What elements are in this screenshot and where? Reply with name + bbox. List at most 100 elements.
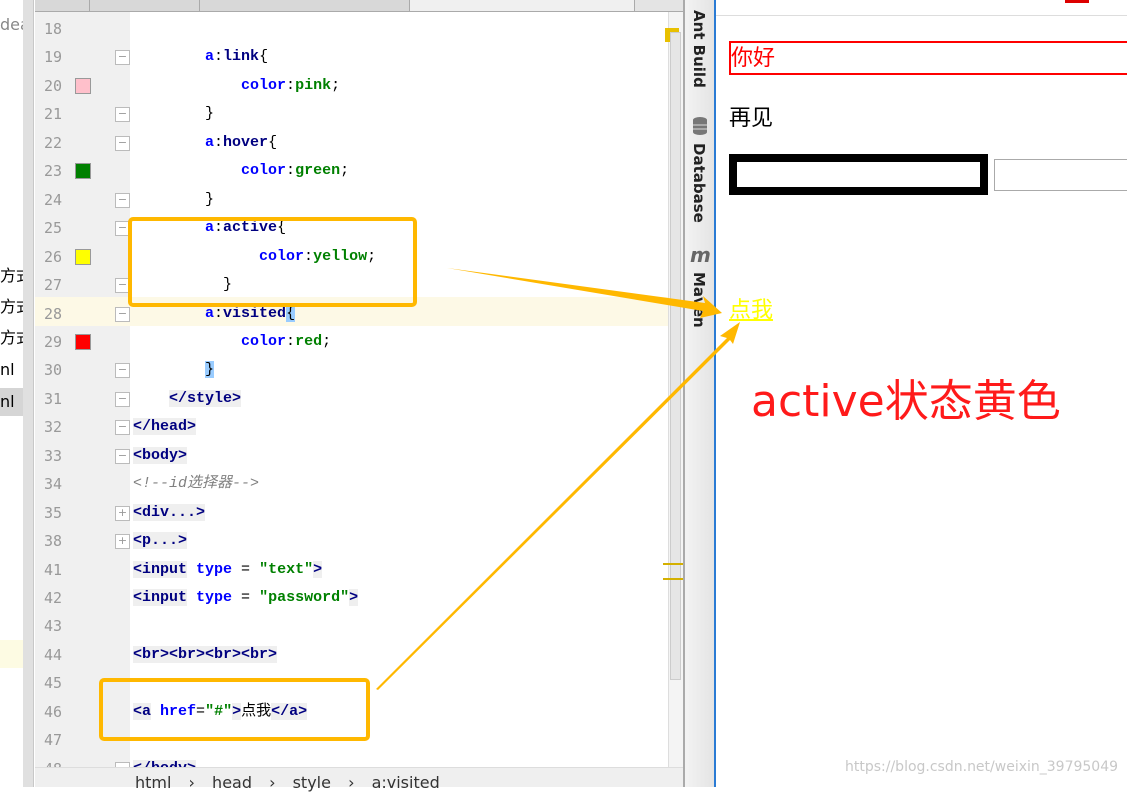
line-number: 32 bbox=[44, 418, 63, 437]
code-token: { bbox=[259, 48, 269, 66]
code-token: a bbox=[205, 304, 215, 322]
line-number: 43 bbox=[44, 617, 63, 636]
code-line[interactable]: <br><br><br><br> bbox=[133, 641, 278, 669]
code-token: { bbox=[268, 133, 278, 151]
code-line[interactable]: <input type = "text"> bbox=[133, 556, 323, 584]
maven-tab[interactable]: Maven bbox=[690, 272, 708, 328]
collapse-icon[interactable]: − bbox=[115, 363, 130, 379]
editor-tab[interactable] bbox=[35, 0, 90, 11]
breadcrumb-item[interactable]: a:visited bbox=[372, 773, 440, 792]
code-token: ; bbox=[322, 332, 332, 350]
code-line[interactable]: color:pink; bbox=[133, 72, 340, 100]
scroll-marker[interactable] bbox=[663, 563, 683, 565]
editor-tab[interactable] bbox=[200, 0, 410, 11]
code-token: <input bbox=[133, 589, 188, 606]
code-line[interactable]: <!--id选择器--> bbox=[133, 470, 259, 498]
password-input[interactable] bbox=[994, 159, 1127, 191]
code-token: : bbox=[304, 247, 314, 265]
line-number: 30 bbox=[44, 361, 63, 380]
editor-tab-active[interactable] bbox=[410, 0, 635, 11]
code-line[interactable]: } bbox=[133, 271, 232, 299]
code-line[interactable]: <a href="#">点我</a> bbox=[133, 698, 308, 726]
code-token: <br><br><br><br> bbox=[133, 645, 278, 663]
code-token: a bbox=[205, 133, 215, 151]
color-swatch-icon[interactable] bbox=[75, 248, 91, 265]
expand-icon[interactable]: + bbox=[115, 505, 130, 521]
code-line[interactable]: a:visited{ bbox=[133, 300, 296, 328]
code-token: pink bbox=[295, 76, 332, 94]
scrollbar-thumb[interactable] bbox=[670, 32, 681, 680]
project-scrollbar[interactable] bbox=[23, 0, 33, 787]
code-line[interactable]: } bbox=[133, 100, 214, 128]
breadcrumb-item[interactable]: head bbox=[212, 773, 252, 792]
collapse-icon[interactable]: − bbox=[115, 221, 130, 237]
code-line[interactable]: </head> bbox=[133, 413, 197, 441]
tool-window-strip: Ant Build Database m Maven bbox=[683, 0, 714, 787]
code-line[interactable]: <p...> bbox=[133, 527, 188, 555]
scroll-marker[interactable] bbox=[663, 578, 683, 580]
code-token: color bbox=[259, 247, 305, 265]
collapse-icon[interactable]: − bbox=[115, 50, 130, 66]
code-line[interactable]: color:yellow; bbox=[133, 243, 376, 271]
bye-paragraph: 再见 bbox=[729, 106, 774, 131]
line-number: 29 bbox=[44, 332, 63, 351]
line-number: 41 bbox=[44, 560, 63, 579]
code-token: <body> bbox=[133, 446, 188, 464]
collapse-icon[interactable]: − bbox=[115, 420, 130, 436]
code-line[interactable]: } bbox=[133, 356, 215, 384]
breadcrumb-item[interactable]: html bbox=[135, 773, 171, 792]
line-number: 47 bbox=[44, 731, 63, 750]
code-token: : bbox=[286, 76, 296, 94]
expand-icon[interactable]: + bbox=[115, 534, 130, 550]
database-tab[interactable]: Database bbox=[690, 143, 708, 223]
code-line[interactable]: a:hover{ bbox=[133, 129, 277, 157]
click-me-link[interactable]: 点我 bbox=[729, 292, 773, 324]
code-line[interactable]: } bbox=[133, 186, 214, 214]
line-number: 34 bbox=[44, 475, 63, 494]
editor-scrollbar[interactable] bbox=[663, 12, 683, 767]
code-line[interactable]: <body> bbox=[133, 442, 188, 470]
collapse-icon[interactable]: − bbox=[115, 192, 130, 208]
text-input[interactable] bbox=[729, 154, 988, 195]
code-line[interactable]: <div...> bbox=[133, 499, 206, 527]
line-number: 25 bbox=[44, 219, 63, 238]
color-swatch-icon[interactable] bbox=[75, 77, 91, 94]
collapse-icon[interactable]: − bbox=[115, 135, 130, 151]
code-token: = bbox=[232, 589, 260, 606]
color-swatch-icon[interactable] bbox=[75, 333, 91, 350]
collapse-icon[interactable]: − bbox=[115, 278, 130, 294]
collapse-icon[interactable]: − bbox=[115, 306, 130, 322]
code-token: active bbox=[223, 219, 278, 237]
line-number: 18 bbox=[44, 20, 63, 38]
code-line[interactable]: color:red; bbox=[133, 328, 331, 356]
line-number: 22 bbox=[44, 133, 63, 152]
collapse-icon[interactable]: − bbox=[115, 391, 130, 407]
code-token: type bbox=[196, 560, 233, 578]
code-line[interactable]: <input type = "password"> bbox=[133, 584, 359, 612]
editor-tab[interactable] bbox=[90, 0, 200, 11]
code-token: <p...> bbox=[133, 532, 188, 550]
code-token: } bbox=[223, 276, 233, 294]
code-line[interactable]: a:link{ bbox=[133, 43, 268, 71]
ant-build-tab[interactable]: Ant Build bbox=[690, 10, 708, 88]
code-line[interactable]: a:active{ bbox=[133, 214, 286, 242]
breadcrumb-item[interactable]: style bbox=[293, 773, 331, 792]
code-token: <a bbox=[133, 702, 152, 720]
code-token: <div...> bbox=[133, 503, 206, 521]
code-token: color bbox=[241, 332, 287, 350]
code-token: red bbox=[295, 332, 323, 350]
code-token: > bbox=[349, 589, 359, 606]
color-swatch-icon[interactable] bbox=[75, 163, 91, 180]
code-line[interactable]: color:green; bbox=[133, 157, 349, 185]
collapse-icon[interactable]: − bbox=[115, 107, 130, 123]
collapse-icon[interactable]: − bbox=[115, 448, 130, 464]
code-line[interactable]: </style> bbox=[133, 385, 242, 413]
